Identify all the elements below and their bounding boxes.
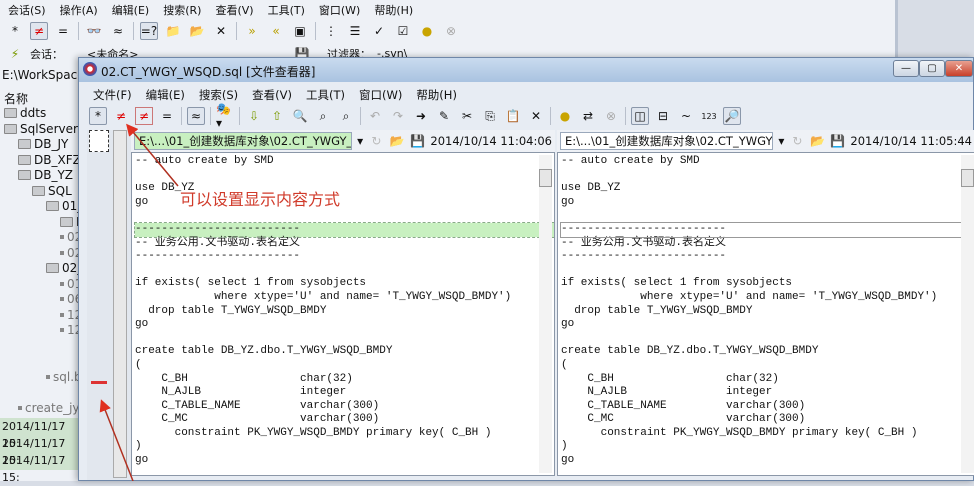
annotation-arrows bbox=[99, 123, 179, 481]
arrow-to-toolbar bbox=[126, 123, 179, 187]
arrow-to-marker bbox=[99, 399, 134, 481]
